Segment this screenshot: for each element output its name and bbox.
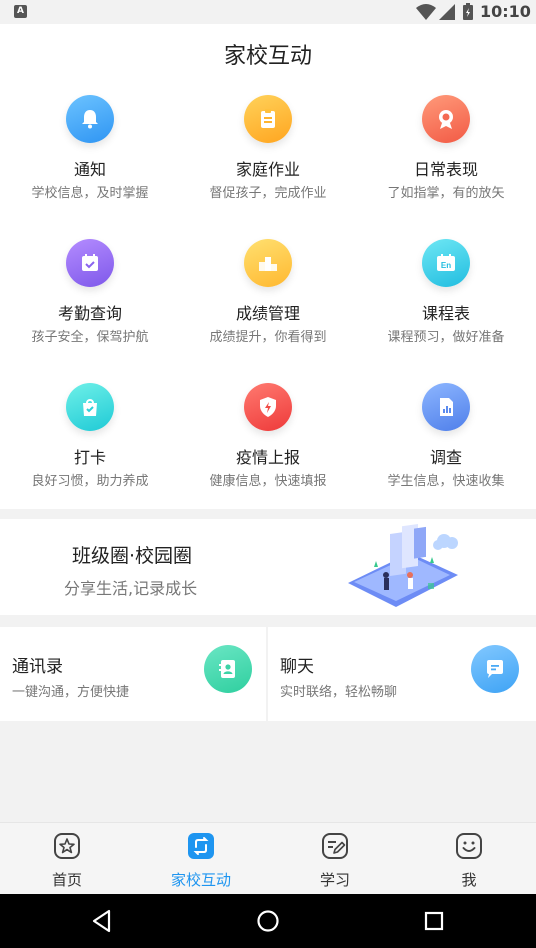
award-icon (422, 95, 470, 143)
card-subtitle: 一键沟通，方便快捷 (12, 685, 130, 700)
nav-label: 学习 (319, 871, 350, 889)
grid-label: 疫情上报 (235, 448, 300, 467)
grid-label: 调查 (429, 448, 462, 467)
wifi-icon (416, 4, 436, 20)
study-icon (320, 831, 350, 861)
recents-icon[interactable] (421, 908, 447, 934)
grid-label: 打卡 (73, 448, 106, 467)
status-bar: A 10:10 (0, 0, 536, 24)
chat-icon (471, 645, 519, 693)
checkin-bag-icon (66, 383, 114, 431)
grid-label: 成绩管理 (235, 304, 300, 323)
grid-label: 考勤查询 (57, 304, 122, 323)
grid-subtitle: 良好习惯，助力养成 (31, 474, 149, 489)
grid-subtitle: 学生信息，快速收集 (387, 474, 505, 489)
homework-icon (244, 95, 292, 143)
class-circle-banner[interactable]: 班级圈·校园圈 分享生活,记录成长 (0, 519, 536, 615)
grid-item-survey[interactable]: 调查 学生信息，快速收集 (357, 383, 535, 491)
nav-label: 家校互动 (170, 871, 231, 889)
card-subtitle: 实时联络，轻松畅聊 (280, 685, 398, 700)
grid-item-homework[interactable]: 家庭作业 督促孩子，完成作业 (179, 95, 357, 203)
svg-text:En: En (441, 261, 451, 270)
grid-item-checkin[interactable]: 打卡 良好习惯，助力养成 (1, 383, 179, 491)
grid-subtitle: 督促孩子，完成作业 (209, 186, 327, 201)
grid-subtitle: 学校信息，及时掌握 (31, 186, 149, 201)
grid-label: 通知 (73, 160, 106, 179)
grid-item-grades[interactable]: 成绩管理 成绩提升，你看得到 (179, 239, 357, 347)
contacts-icon (204, 645, 252, 693)
survey-icon (422, 383, 470, 431)
feature-panel: 家校互动 通知 学校信息，及时掌握 家庭作业 督促孩子，完成作业 日常表现 了如… (0, 24, 536, 509)
grid-subtitle: 孩子安全，保驾护航 (31, 330, 149, 345)
grid-label: 日常表现 (413, 160, 478, 179)
grid-subtitle: 课程预习，做好准备 (387, 330, 505, 345)
system-nav-bar (0, 894, 536, 948)
tab-me[interactable]: 我 (402, 831, 536, 890)
grid-subtitle: 健康信息，快速填报 (209, 474, 327, 489)
bottom-nav: 首页 家校互动 学习 我 (0, 822, 536, 894)
nav-label: 我 (461, 871, 477, 889)
calendar-check-icon (66, 239, 114, 287)
smile-icon (454, 831, 484, 861)
home-star-icon (52, 831, 82, 861)
tab-home[interactable]: 首页 (0, 831, 134, 890)
tab-home-school[interactable]: 家校互动 (134, 831, 268, 890)
grid-item-notice[interactable]: 通知 学校信息，及时掌握 (1, 95, 179, 203)
phone-illustration-icon (348, 524, 458, 607)
contacts-card[interactable]: 通讯录 一键沟通，方便快捷 (0, 627, 266, 721)
grid-label: 家庭作业 (235, 160, 300, 179)
grid-item-attendance[interactable]: 考勤查询 孩子安全，保驾护航 (1, 239, 179, 347)
back-icon[interactable] (89, 908, 115, 934)
grid-subtitle: 了如指掌，有的放矢 (387, 186, 505, 201)
nav-label: 首页 (51, 871, 82, 889)
banner-subtitle: 分享生活,记录成长 (64, 579, 198, 598)
banner-title: 班级圈·校园圈 (72, 545, 193, 567)
grid-item-epidemic-report[interactable]: 疫情上报 健康信息，快速填报 (179, 383, 357, 491)
chat-card[interactable]: 聊天 实时联络，轻松畅聊 (268, 627, 536, 721)
grid-label: 课程表 (421, 304, 470, 323)
shield-icon (244, 383, 292, 431)
signal-icon (439, 4, 455, 20)
calendar-en-icon: En (422, 239, 470, 287)
battery-icon (463, 3, 473, 20)
notification-icon: A (14, 5, 27, 18)
page-title: 家校互动 (223, 44, 312, 69)
home-circle-icon[interactable] (255, 908, 281, 934)
grid-item-timetable[interactable]: En 课程表 课程预习，做好准备 (357, 239, 535, 347)
card-title: 通讯录 (12, 657, 63, 677)
podium-icon (244, 239, 292, 287)
bell-icon (66, 95, 114, 143)
clock: 10:10 (480, 2, 531, 21)
card-title: 聊天 (280, 657, 314, 677)
interaction-icon (186, 831, 216, 861)
tab-study[interactable]: 学习 (268, 831, 402, 890)
grid-item-daily-performance[interactable]: 日常表现 了如指掌，有的放矢 (357, 95, 535, 203)
grid-subtitle: 成绩提升，你看得到 (209, 330, 327, 345)
